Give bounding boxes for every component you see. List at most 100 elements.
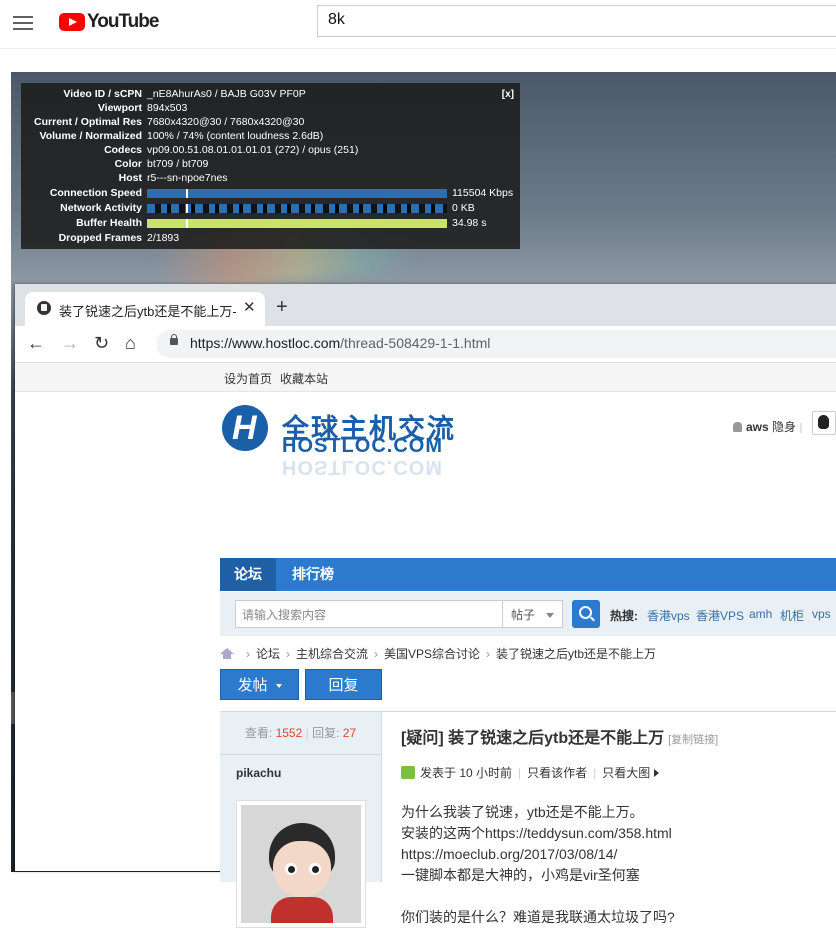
- stats-value: 894x503: [147, 102, 188, 114]
- stats-row: Color bt709 / bt709: [21, 157, 520, 171]
- new-post-label: 发帖: [237, 677, 268, 694]
- invisible-status[interactable]: 隐身: [772, 420, 796, 434]
- qq-icon[interactable]: [812, 411, 836, 435]
- post-line[interactable]: 安装的这两个https://teddysun.com/358.html: [401, 823, 675, 844]
- replies-label: 回复:: [312, 726, 340, 740]
- copy-link[interactable]: [复制链接]: [668, 734, 718, 746]
- replies-count: 27: [342, 726, 357, 740]
- youtube-logo-text: YouTube: [87, 11, 159, 32]
- post-body: 为什么我装了锐速，ytb还是不能上万。 安装的这两个https://teddys…: [401, 802, 675, 928]
- logo-reflection: HOSTLOC.COM: [282, 456, 443, 478]
- search-input[interactable]: 8k: [317, 5, 836, 37]
- online-status-icon: [401, 766, 415, 779]
- search-button[interactable]: [572, 600, 600, 628]
- close-tab-icon[interactable]: ✕: [243, 298, 256, 316]
- forward-icon[interactable]: →: [61, 333, 79, 354]
- nav-forum[interactable]: 论坛: [220, 558, 276, 591]
- browser-toolbar: ← → ↻ ⌂ https://www.hostloc.com/thread-5…: [15, 326, 836, 363]
- stats-label: Color: [114, 158, 142, 170]
- tab-title: 装了锐速之后ytb还是不能上万-美: [59, 304, 237, 319]
- browser-tab[interactable]: 装了锐速之后ytb还是不能上万-美 ✕: [25, 292, 265, 326]
- stats-label: Dropped Frames: [58, 232, 142, 244]
- menu-icon[interactable]: [13, 13, 33, 33]
- stats-row: Volume / Normalized 100% / 74% (content l…: [21, 129, 520, 143]
- chevron-down-icon: [546, 613, 554, 618]
- set-homepage-link[interactable]: 设为首页: [224, 370, 272, 387]
- hostloc-favicon-icon: [37, 301, 51, 315]
- connection-speed-graph: [147, 189, 447, 198]
- post-line: 你们装的是什么？难道是我联通太垃圾了吗?: [401, 909, 675, 925]
- post-line[interactable]: https://moeclub.org/2017/03/08/14/: [401, 844, 675, 865]
- stats-value: r5---sn-npoe7nes: [147, 172, 228, 184]
- forum-topbar: 设为首页 收藏本站: [15, 363, 836, 392]
- new-tab-icon[interactable]: +: [276, 296, 288, 319]
- stats-value: vp09.00.51.08.01.01.01.01 (272) / opus (…: [147, 144, 359, 156]
- hot-search-link[interactable]: amh: [749, 607, 772, 621]
- stats-label: Viewport: [97, 102, 142, 114]
- hot-search-link[interactable]: vps: [812, 607, 831, 621]
- author-name[interactable]: pikachu: [236, 766, 281, 780]
- breadcrumb-item[interactable]: 装了锐速之后ytb还是不能上万: [496, 647, 656, 661]
- stats-label: Volume / Normalized: [39, 130, 143, 142]
- post-meta: 发表于 10 小时前 | 只看该作者 | 只看大图: [401, 764, 660, 781]
- reply-button[interactable]: 回复: [305, 669, 382, 700]
- buffer-health-row: Buffer Health 34.98 s: [21, 216, 520, 230]
- stats-value: 34.98 s: [452, 217, 487, 229]
- views-label: 查看:: [244, 726, 273, 740]
- username-link[interactable]: aws: [746, 420, 769, 434]
- buffer-health-graph: [147, 219, 447, 228]
- stats-row: Viewport 894x503: [21, 101, 520, 115]
- stats-label: Buffer Health: [76, 217, 142, 229]
- forum-nav: 论坛 排行榜: [220, 558, 836, 591]
- stats-label: Video ID / sCPN: [63, 88, 142, 100]
- hot-search-link[interactable]: 香港vps: [647, 607, 690, 624]
- stats-label: Network Activity: [60, 202, 142, 214]
- lock-icon: [170, 334, 178, 345]
- bookmark-site-link[interactable]: 收藏本站: [280, 370, 328, 387]
- breadcrumb-item[interactable]: 主机综合交流: [296, 647, 368, 661]
- address-bar[interactable]: https://www.hostloc.com/thread-508429-1-…: [156, 330, 836, 358]
- views-count: 1552: [275, 726, 303, 740]
- nav-ranking[interactable]: 排行榜: [292, 558, 334, 591]
- hot-search-link[interactable]: 机柜: [780, 607, 804, 624]
- network-activity-graph: [147, 204, 447, 213]
- forum-search-input[interactable]: 请输入搜索内容: [235, 600, 503, 628]
- post-line: [401, 886, 675, 907]
- breadcrumb-item[interactable]: 论坛: [256, 647, 280, 661]
- reload-icon[interactable]: ↻: [94, 333, 109, 354]
- stats-label: Current / Optimal Res: [34, 116, 142, 128]
- stats-row: Current / Optimal Res 7680x4320@30 / 7680…: [21, 115, 520, 129]
- home-icon[interactable]: [220, 648, 234, 659]
- stats-value: bt709 / bt709: [147, 158, 209, 170]
- avatar[interactable]: [236, 800, 366, 928]
- stats-value: 100% / 74% (content loudness 2.6dB): [147, 130, 324, 142]
- thread-post: 查看: 1552 | 回复: 27 pikachu [疑问] 装了锐速之后ytb…: [220, 711, 836, 928]
- back-icon[interactable]: ←: [27, 333, 45, 354]
- only-big-images-link[interactable]: 只看大图: [602, 766, 650, 780]
- stats-row: Host r5---sn-npoe7nes: [21, 171, 520, 185]
- url-path: /thread-508429-1-1.html: [340, 335, 491, 351]
- chrome-window: 装了锐速之后ytb还是不能上万-美 ✕ + ← → ↻ ⌂ https://ww…: [15, 284, 836, 928]
- search-type-select[interactable]: 帖子: [503, 600, 563, 628]
- youtube-logo[interactable]: YouTube: [59, 11, 159, 33]
- stats-value: 2/1893: [147, 232, 180, 244]
- triangle-right-icon: [654, 769, 660, 777]
- user-icon: [733, 422, 742, 432]
- stats-value: 0 KB: [452, 202, 475, 214]
- only-author-link[interactable]: 只看该作者: [527, 766, 587, 780]
- hostloc-logo[interactable]: 全球主机交流 HOSTLOC.COM HOSTLOC.COM: [220, 401, 470, 478]
- stats-value: 7680x4320@30 / 7680x4320@30: [147, 116, 305, 128]
- network-activity-row: Network Activity 0 KB: [21, 201, 520, 215]
- user-area: aws 隐身 |: [733, 418, 803, 435]
- new-post-button[interactable]: 发帖: [220, 669, 299, 700]
- breadcrumb-item[interactable]: 美国VPS综合讨论: [384, 647, 480, 661]
- connection-speed-row: Connection Speed 115504 Kbps: [21, 186, 520, 200]
- hot-search-link[interactable]: 香港VPS: [696, 607, 744, 624]
- breadcrumb: › 论坛 › 主机综合交流 › 美国VPS综合讨论 › 装了锐速之后ytb还是不能上万: [220, 645, 656, 662]
- home-icon[interactable]: ⌂: [125, 333, 136, 354]
- stats-value: 115504 Kbps: [452, 187, 514, 199]
- stats-label: Host: [118, 172, 142, 184]
- tab-strip: 装了锐速之后ytb还是不能上万-美 ✕ +: [15, 284, 836, 326]
- post-line: 一键脚本都是大神的，小鸡是vir圣何塞: [401, 867, 640, 883]
- forum-page: 设为首页 收藏本站 全球主机交流 HOSTLOC.COM HOSTLOC.COM…: [15, 363, 836, 928]
